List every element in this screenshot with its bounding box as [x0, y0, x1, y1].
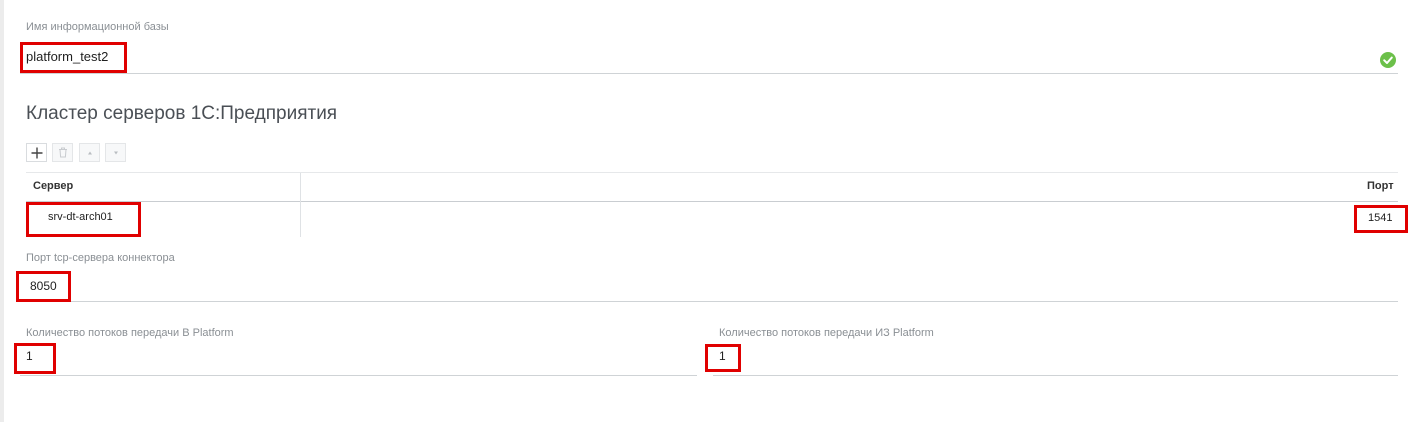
add-icon [31, 147, 42, 158]
left-edge-strip [0, 0, 4, 422]
table-top-border [26, 172, 1398, 173]
infobase-name-underline [20, 73, 1398, 74]
delete-server-button[interactable] [52, 143, 73, 162]
column-header-server[interactable]: Сервер [33, 180, 73, 192]
add-server-button[interactable] [26, 143, 47, 162]
connector-port-underline [20, 301, 1398, 302]
threads-to-platform-underline [20, 375, 697, 376]
move-down-button[interactable] [105, 143, 126, 162]
threads-from-platform-label: Количество потоков передачи ИЗ Platform [719, 327, 934, 339]
infobase-name-label: Имя информационной базы [26, 21, 169, 33]
connector-port-label: Порт tcp-сервера коннектора [26, 252, 175, 264]
cluster-section-title: Кластер серверов 1С:Предприятия [26, 103, 338, 124]
threads-to-platform-label: Количество потоков передачи В Platform [26, 327, 234, 339]
valid-check-icon [1380, 52, 1396, 68]
threads-from-platform-underline [713, 375, 1398, 376]
move-down-icon [113, 151, 118, 154]
highlight-threads-from-platform [705, 344, 741, 372]
delete-icon [58, 147, 67, 158]
table-column-divider [300, 173, 301, 237]
highlight-server-cell [26, 202, 141, 237]
move-up-icon [87, 151, 92, 154]
table-header-divider [26, 201, 1398, 202]
highlight-threads-to-platform [14, 343, 56, 374]
highlight-connector-port [16, 271, 71, 302]
highlight-port-cell [1354, 205, 1408, 233]
move-up-button[interactable] [79, 143, 100, 162]
column-header-port[interactable]: Порт [1367, 180, 1394, 192]
highlight-infobase-name [20, 42, 127, 73]
